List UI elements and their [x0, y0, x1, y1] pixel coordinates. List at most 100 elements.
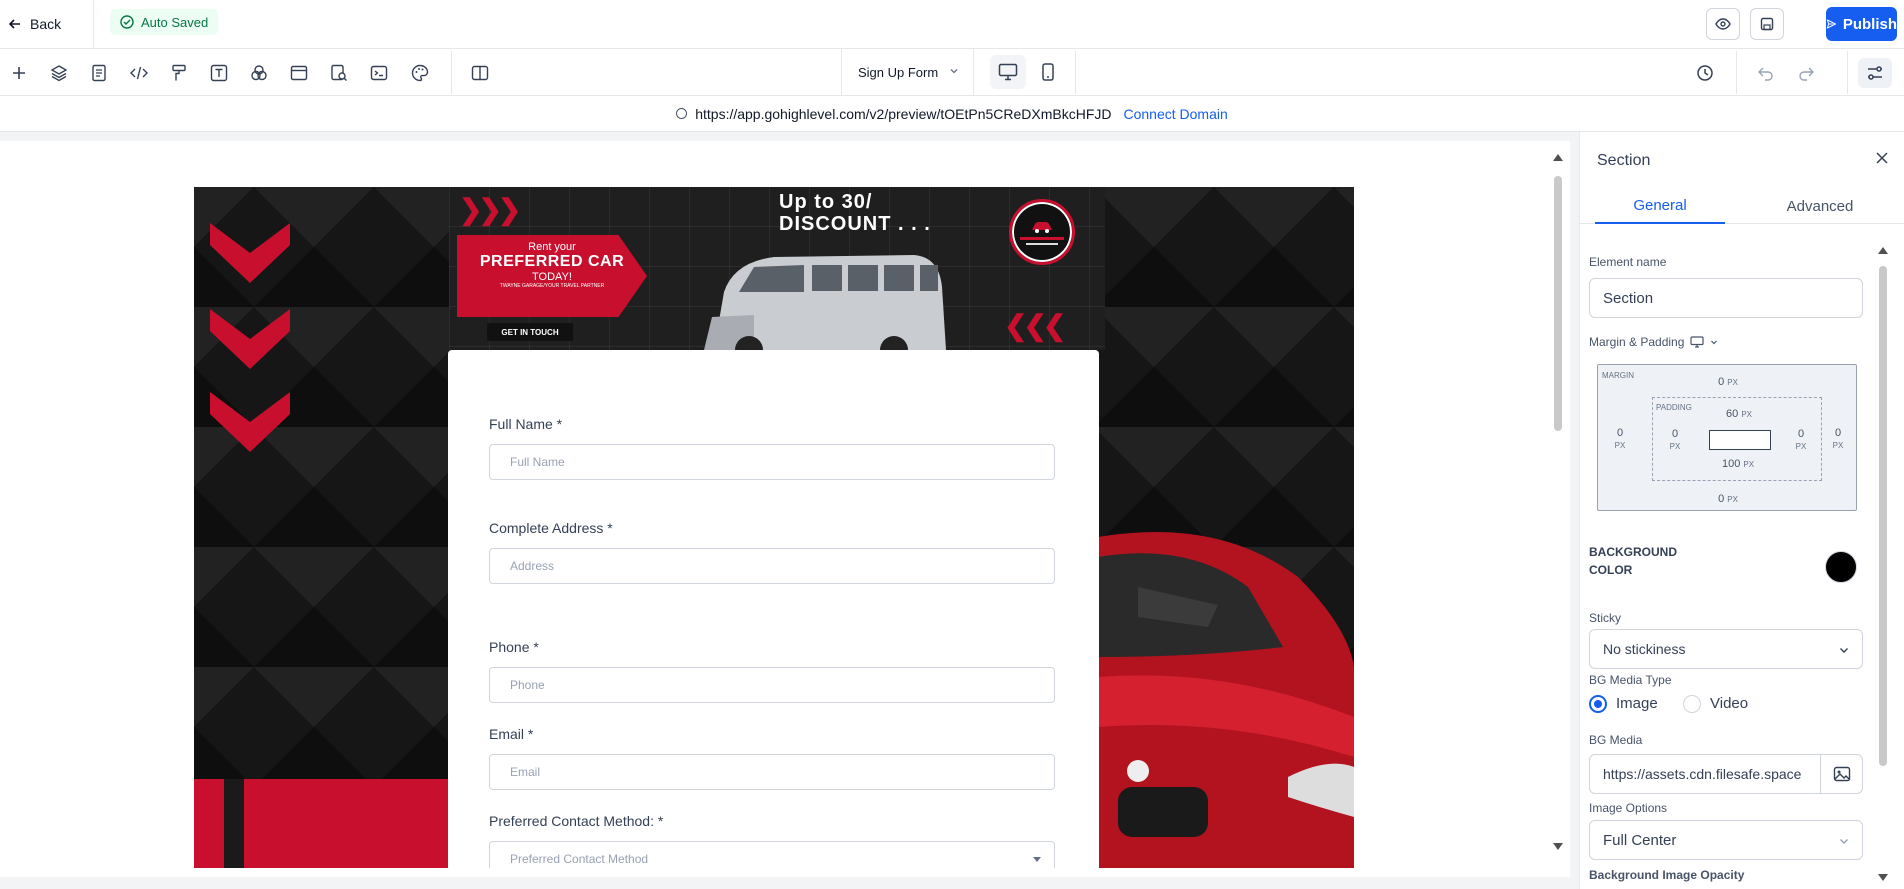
panel-tabs: General Advanced: [1580, 188, 1904, 224]
desktop-icon[interactable]: [1690, 336, 1704, 348]
scroll-down-icon: [1878, 874, 1888, 881]
desktop-icon: [998, 63, 1018, 81]
toggle-sidebar-button[interactable]: [468, 61, 492, 85]
image-options-select[interactable]: Full Center: [1589, 820, 1863, 860]
image-options-label: Image Options: [1589, 801, 1668, 815]
preview-url[interactable]: https://app.gohighlevel.com/v2/preview/t…: [695, 106, 1111, 122]
top-bar: Back Auto Saved Publish: [0, 0, 1904, 49]
padding-left-value[interactable]: 0 PX: [1655, 428, 1695, 453]
image-icon: [1833, 766, 1851, 782]
margin-padding-header: Margin & Padding: [1589, 335, 1718, 349]
discount-line2: DISCOUNT . . .: [779, 213, 931, 235]
bg-media-url-input[interactable]: https://assets.cdn.filesafe.space: [1589, 754, 1821, 794]
redo-button[interactable]: [1794, 61, 1818, 85]
email-input[interactable]: Email: [489, 754, 1055, 790]
connect-domain-link[interactable]: Connect Domain: [1124, 106, 1228, 122]
eye-icon: [1715, 18, 1731, 30]
image-options-value: Full Center: [1603, 831, 1677, 849]
publish-button[interactable]: Publish: [1826, 7, 1897, 41]
text-icon: [210, 64, 228, 82]
page-section[interactable]: ❯❯❯ Rent your PREFERRED CAR TODAY! TWAYN…: [194, 187, 1354, 868]
scroll-up-icon: [1878, 247, 1888, 254]
redo-icon: [1799, 67, 1814, 81]
save-icon: [1760, 17, 1774, 31]
sticky-value: No stickiness: [1603, 641, 1686, 657]
padding-top-value[interactable]: 60 PX: [1719, 408, 1759, 421]
rent-line2: PREFERRED CAR: [479, 253, 625, 270]
layers-button[interactable]: [47, 61, 71, 85]
margin-left-value[interactable]: 0 PX: [1608, 427, 1632, 452]
chevron-decoration-icon: [210, 223, 290, 283]
media-type-image-label: Image: [1616, 695, 1658, 712]
popup-button[interactable]: [287, 61, 311, 85]
bg-media-type-label: BG Media Type: [1589, 673, 1672, 687]
padding-label: PADDING: [1656, 403, 1692, 412]
arrow-left-icon: [8, 19, 20, 29]
send-icon: [1826, 19, 1836, 29]
colors-button[interactable]: [247, 61, 271, 85]
media-type-video-radio[interactable]: [1683, 695, 1701, 713]
address-input[interactable]: Address: [489, 548, 1055, 584]
media-type-image-radio[interactable]: [1589, 695, 1607, 713]
styles-button[interactable]: [167, 61, 191, 85]
seo-button[interactable]: [327, 61, 351, 85]
autosaved-badge: Auto Saved: [110, 9, 219, 35]
element-name-label: Element name: [1589, 255, 1667, 269]
margin-right-value[interactable]: 0 PX: [1826, 427, 1850, 452]
contact-method-label: Preferred Contact Method: *: [489, 813, 664, 829]
tab-advanced[interactable]: Advanced: [1755, 188, 1885, 224]
chevron-down-icon[interactable]: [1710, 338, 1718, 346]
autosaved-label: Auto Saved: [141, 14, 209, 30]
theme-button[interactable]: [408, 61, 432, 85]
margin-top-value[interactable]: 0 PX: [1716, 376, 1740, 389]
sticky-select[interactable]: No stickiness: [1589, 629, 1863, 669]
history-button[interactable]: [1693, 61, 1717, 85]
get-in-touch-label: GET IN TOUCH: [487, 323, 573, 341]
padding-right-value[interactable]: 0 PX: [1781, 428, 1821, 453]
close-icon[interactable]: [1874, 150, 1890, 166]
settings-toggle-button[interactable]: [1858, 58, 1892, 88]
media-type-video-label: Video: [1710, 695, 1749, 712]
panel-title: Section: [1597, 152, 1651, 169]
desktop-view-button[interactable]: [990, 55, 1026, 89]
phone-input[interactable]: Phone: [489, 667, 1055, 703]
canvas-scrollbar[interactable]: [1551, 141, 1565, 861]
preview-button[interactable]: [1706, 8, 1740, 40]
signup-form: Full Name * Full Name Complete Address *…: [448, 350, 1099, 868]
back-button[interactable]: Back: [8, 12, 61, 36]
page-selector[interactable]: Sign Up Form: [841, 49, 974, 96]
panel-scrollbar[interactable]: [1876, 236, 1890, 886]
margin-bottom-value[interactable]: 0 PX: [1716, 493, 1740, 506]
element-name-input[interactable]: Section: [1589, 278, 1863, 318]
history-icon: [1697, 65, 1713, 81]
spacing-box: MARGIN 0 PX 0 PX 0 PX 0 PX PADDING 60 PX 0…: [1597, 364, 1857, 511]
terminal-icon: [370, 65, 388, 81]
code-icon: [130, 66, 148, 80]
background-color-label-line1: BACKGROUND: [1589, 545, 1677, 559]
arrows-left-decoration-icon: ❮❮❮: [1004, 310, 1066, 341]
undo-button[interactable]: [1754, 61, 1778, 85]
undo-icon: [1758, 67, 1773, 81]
background-color-swatch[interactable]: [1825, 551, 1857, 583]
window-icon: [290, 65, 308, 81]
paint-roller-icon: [172, 64, 186, 81]
media-picker-button[interactable]: [1820, 754, 1863, 794]
publish-label: Publish: [1842, 15, 1897, 33]
tab-general[interactable]: General: [1595, 188, 1725, 224]
divider: [1847, 51, 1848, 94]
typography-button[interactable]: [207, 61, 231, 85]
mobile-view-button[interactable]: [1030, 55, 1066, 89]
contact-method-select[interactable]: Preferred Contact Method: [489, 841, 1055, 868]
sliders-icon: [1868, 66, 1882, 80]
padding-bottom-value[interactable]: 100 PX: [1713, 458, 1763, 471]
pages-button[interactable]: [87, 61, 111, 85]
bg-media-label: BG Media: [1589, 733, 1643, 747]
tracking-code-button[interactable]: [367, 61, 391, 85]
code-button[interactable]: [127, 61, 151, 85]
palette-icon: [411, 64, 429, 82]
rent-car-ribbon: Rent your PREFERRED CAR TODAY! TWAYNE GA…: [457, 235, 647, 317]
contact-method-placeholder: Preferred Contact Method: [510, 852, 649, 866]
save-button[interactable]: [1750, 8, 1784, 40]
add-element-button[interactable]: [7, 61, 31, 85]
full-name-input[interactable]: Full Name: [489, 444, 1055, 480]
